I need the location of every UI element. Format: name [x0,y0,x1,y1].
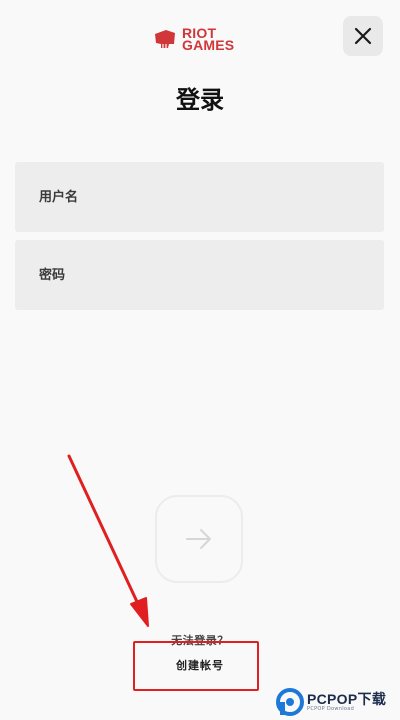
annotation-highlight-box [133,641,259,691]
submit-button[interactable] [155,495,243,583]
arrow-right-icon [186,529,211,549]
riot-fist-icon [155,30,175,48]
logo-line-2: GAMES [182,37,235,53]
riot-games-logo: RIOT GAMES [153,24,248,54]
username-field[interactable] [15,162,384,232]
close-button[interactable] [343,16,383,56]
username-input[interactable] [37,188,361,206]
watermark-subtext: PCPOP Download [307,706,355,712]
pcpop-logo-icon [276,688,304,716]
page-title: 登录 [176,86,224,114]
riot-games-wordmark: RIOT GAMES [182,26,235,53]
password-input[interactable] [37,266,361,284]
close-icon [354,27,372,45]
watermark-text: PCPOP下载 [307,691,387,707]
pcpop-watermark: PCPOP下载 PCPOP Download [276,684,400,720]
password-field[interactable] [15,240,384,310]
